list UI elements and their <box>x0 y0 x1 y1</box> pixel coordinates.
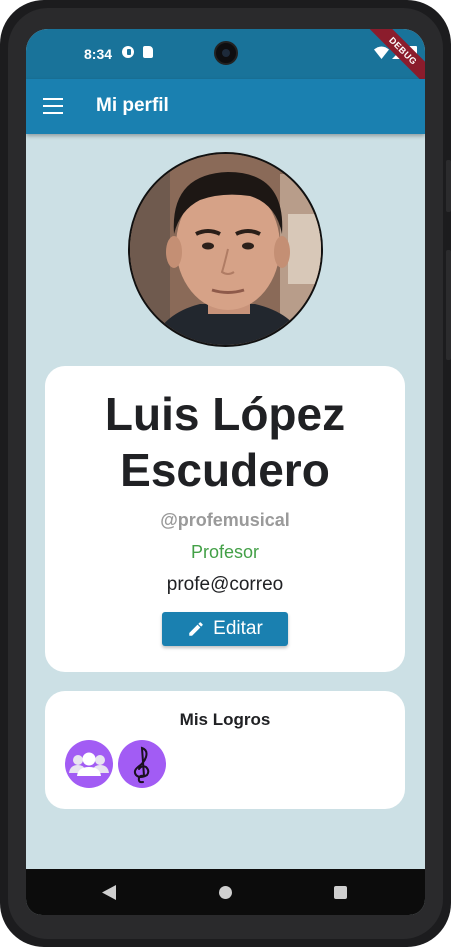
screen: 8:34 DEBUG Mi perfil Luis López Escudero… <box>26 29 425 915</box>
pencil-icon <box>189 622 203 636</box>
power-button <box>446 160 451 212</box>
achievements-title: Mis Logros <box>179 710 271 729</box>
achievement-badge-group[interactable] <box>65 740 113 788</box>
profile-card: Luis López Escudero @profemusical Profes… <box>45 366 405 672</box>
navigation-bar <box>26 869 425 915</box>
avatar <box>128 152 323 347</box>
profile-name-line1: Luis López <box>104 388 346 440</box>
app-bar: Mi perfil <box>26 79 425 134</box>
profile-role: Profesor <box>190 542 260 562</box>
edit-button-label: Editar <box>213 618 263 639</box>
back-icon[interactable] <box>102 885 116 900</box>
edit-button[interactable]: Editar <box>162 612 288 646</box>
profile-email: profe@correo <box>166 574 284 595</box>
treble-clef-icon <box>133 746 150 784</box>
sd-card-icon <box>143 46 153 58</box>
menu-icon[interactable] <box>43 98 63 114</box>
profile-name: Luis López Escudero <box>45 386 405 498</box>
g-icon <box>122 46 134 58</box>
status-bar: 8:34 DEBUG <box>26 29 425 93</box>
page-title: Mi perfil <box>96 95 169 116</box>
recents-icon[interactable] <box>334 886 347 899</box>
group-icon <box>69 752 109 776</box>
front-camera <box>214 41 238 65</box>
achievements-card: Mis Logros <box>45 691 405 809</box>
profile-name-line2: Escudero <box>120 444 330 496</box>
profile-photo <box>130 154 321 345</box>
home-icon[interactable] <box>219 886 232 899</box>
achievement-badge-music[interactable] <box>118 740 166 788</box>
wifi-icon <box>374 46 389 59</box>
profile-username: @profemusical <box>160 510 290 530</box>
volume-button <box>446 250 451 360</box>
status-time: 8:34 <box>84 46 113 62</box>
